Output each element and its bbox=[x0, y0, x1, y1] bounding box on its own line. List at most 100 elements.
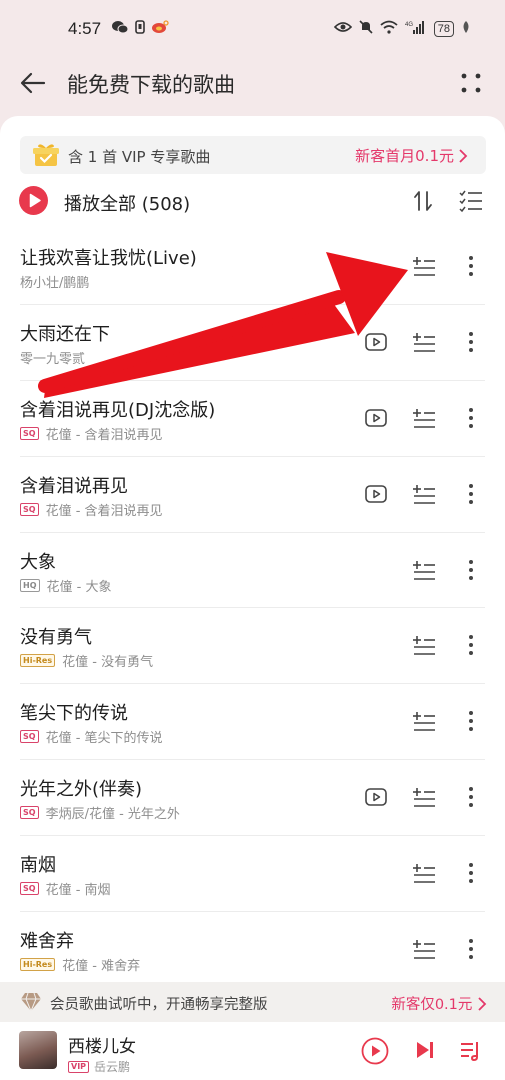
song-title: 光年之外(伴奏) bbox=[20, 779, 143, 801]
song-list-card: 含 1 首 VIP 专享歌曲 新客首月0.1元 播放全部 (508) 让我欢喜让… bbox=[0, 116, 505, 988]
add-to-playlist-icon[interactable] bbox=[411, 253, 437, 279]
add-to-playlist-icon[interactable] bbox=[411, 481, 437, 507]
song-title: 让我欢喜让我忧(Live) bbox=[20, 248, 197, 269]
video-icon[interactable] bbox=[364, 482, 388, 506]
song-row[interactable]: 让我欢喜让我忧(Live) 杨小壮/鹏鹏 bbox=[0, 229, 505, 305]
wechat-icon bbox=[111, 20, 129, 38]
song-title: 没有勇气 bbox=[20, 627, 92, 649]
add-to-playlist-icon[interactable] bbox=[411, 708, 437, 734]
chevron-right-icon bbox=[459, 148, 468, 163]
quality-badge: SQ bbox=[20, 730, 39, 744]
diamond-icon bbox=[20, 992, 42, 1013]
chevron-right-icon bbox=[478, 997, 487, 1011]
play-all-icon[interactable] bbox=[19, 186, 48, 215]
add-to-playlist-icon[interactable] bbox=[411, 557, 437, 583]
video-icon[interactable] bbox=[364, 406, 388, 430]
trial-promo-text: 新客仅0.1元 bbox=[391, 997, 473, 1013]
more-vertical-icon[interactable] bbox=[462, 708, 480, 734]
song-title: 南烟 bbox=[20, 855, 56, 877]
weibo-icon bbox=[151, 20, 169, 38]
song-row[interactable]: 含着泪说再见 SQ 花僮 - 含着泪说再见 bbox=[0, 457, 505, 533]
page-title: 能免费下载的歌曲 bbox=[67, 73, 235, 97]
more-vertical-icon[interactable] bbox=[462, 405, 480, 431]
add-to-playlist-icon[interactable] bbox=[411, 329, 437, 355]
song-row[interactable]: 难舍弃 Hi-Res 花僮 - 难舍弃 bbox=[0, 912, 505, 988]
song-artist: 花僮 - 难舍弃 bbox=[62, 959, 141, 975]
multi-select-button[interactable] bbox=[458, 188, 484, 214]
song-row[interactable]: 大雨还在下零一九零贰 bbox=[0, 305, 505, 381]
more-options-button[interactable] bbox=[458, 70, 484, 96]
more-vertical-icon[interactable] bbox=[462, 936, 480, 962]
quality-badge: SQ bbox=[20, 882, 39, 896]
play-all-row[interactable]: 播放全部 (508) bbox=[0, 182, 505, 222]
play-button[interactable] bbox=[361, 1037, 389, 1065]
status-bar: 4:57 4G 78 bbox=[0, 0, 505, 58]
eye-icon bbox=[333, 21, 352, 37]
song-title: 笔尖下的传说 bbox=[20, 703, 128, 725]
album-cover[interactable] bbox=[19, 1031, 57, 1069]
song-artist: 零一九零贰 bbox=[20, 351, 86, 367]
add-to-playlist-icon[interactable] bbox=[411, 936, 437, 962]
notification-icon bbox=[135, 20, 145, 38]
quality-badge: Hi-Res bbox=[20, 654, 56, 668]
song-title: 大雨还在下 bbox=[20, 323, 110, 345]
vip-banner[interactable]: 含 1 首 VIP 专享歌曲 新客首月0.1元 bbox=[20, 136, 486, 174]
quality-badge: SQ bbox=[20, 806, 39, 820]
arrow-left-icon bbox=[20, 72, 46, 94]
dots-grid-icon bbox=[461, 73, 481, 93]
song-row[interactable]: 光年之外(伴奏) SQ 李炳辰/花僮 - 光年之外 bbox=[0, 760, 505, 837]
player-artist: 岳云鹏 bbox=[94, 1060, 131, 1074]
quality-badge: HQ bbox=[20, 578, 40, 592]
sort-icon bbox=[414, 191, 432, 211]
more-vertical-icon[interactable] bbox=[462, 329, 480, 355]
song-title: 难舍弃 bbox=[20, 931, 74, 953]
song-artist: 花僮 - 笔尖下的传说 bbox=[45, 731, 163, 747]
play-icon bbox=[361, 1037, 389, 1065]
song-artist: 花僮 - 含着泪说再见 bbox=[45, 503, 163, 519]
next-button[interactable] bbox=[414, 1039, 436, 1061]
song-row[interactable]: 南烟 SQ 花僮 - 南烟 bbox=[0, 836, 505, 912]
more-vertical-icon[interactable] bbox=[462, 557, 480, 583]
add-to-playlist-icon[interactable] bbox=[411, 632, 437, 658]
video-icon[interactable] bbox=[364, 330, 388, 354]
quality-badge: SQ bbox=[20, 502, 39, 516]
more-vertical-icon[interactable] bbox=[462, 784, 480, 810]
trial-banner[interactable]: 会员歌曲试听中，开通畅享完整版 新客仅0.1元 bbox=[0, 982, 505, 1022]
more-vertical-icon[interactable] bbox=[462, 481, 480, 507]
song-title: 含着泪说再见(DJ沈念版) bbox=[20, 399, 216, 421]
mini-player[interactable]: 西楼儿女 VIP 岳云鹏 bbox=[0, 1022, 505, 1080]
top-bar: 能免费下载的歌曲 bbox=[0, 58, 505, 108]
song-row[interactable]: 含着泪说再见(DJ沈念版) SQ 花僮 - 含着泪说再见 bbox=[0, 381, 505, 457]
quality-badge: Hi-Res bbox=[20, 958, 56, 972]
song-artist: 花僮 - 大象 bbox=[46, 579, 112, 595]
song-row[interactable]: 大象 HQ 花僮 - 大象 bbox=[0, 533, 505, 609]
gift-icon bbox=[32, 142, 60, 168]
song-title: 含着泪说再见 bbox=[20, 475, 128, 497]
song-artist: 花僮 - 没有勇气 bbox=[62, 655, 154, 671]
back-button[interactable] bbox=[18, 68, 48, 98]
vip-promo-link[interactable]: 新客首月0.1元 bbox=[355, 145, 468, 166]
status-time: 4:57 bbox=[68, 19, 102, 38]
wifi-icon bbox=[380, 20, 398, 38]
add-to-playlist-icon[interactable] bbox=[411, 784, 437, 810]
song-title: 大象 bbox=[20, 551, 56, 573]
song-artist: 李炳辰/花僮 - 光年之外 bbox=[45, 807, 180, 823]
play-all-label: 播放全部 (508) bbox=[64, 194, 191, 215]
more-vertical-icon[interactable] bbox=[462, 253, 480, 279]
trial-text: 会员歌曲试听中，开通畅享完整版 bbox=[50, 997, 268, 1013]
mute-icon bbox=[359, 20, 373, 38]
vip-promo-text: 新客首月0.1元 bbox=[355, 147, 454, 165]
add-to-playlist-icon[interactable] bbox=[411, 860, 437, 886]
more-vertical-icon[interactable] bbox=[462, 632, 480, 658]
song-row[interactable]: 笔尖下的传说 SQ 花僮 - 笔尖下的传说 bbox=[0, 684, 505, 761]
battery-indicator: 78 bbox=[433, 21, 454, 37]
sort-button[interactable] bbox=[410, 188, 436, 214]
song-row[interactable]: 没有勇气 Hi-Res 花僮 - 没有勇气 bbox=[0, 608, 505, 685]
trial-promo-link[interactable]: 新客仅0.1元 bbox=[391, 993, 487, 1014]
vip-tag: VIP bbox=[68, 1060, 90, 1073]
playlist-button[interactable] bbox=[459, 1039, 483, 1063]
video-icon[interactable] bbox=[364, 785, 388, 809]
add-to-playlist-icon[interactable] bbox=[411, 405, 437, 431]
more-vertical-icon[interactable] bbox=[462, 860, 480, 886]
leaf-icon bbox=[461, 20, 471, 38]
